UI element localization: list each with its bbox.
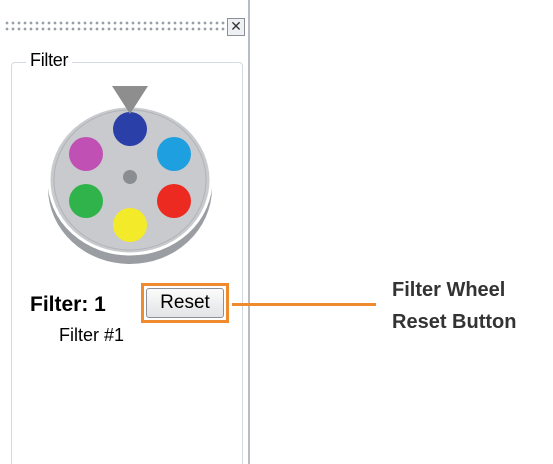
close-icon[interactable]: ✕ — [227, 18, 245, 36]
group-title: Filter — [26, 50, 73, 71]
callout-connector — [232, 303, 376, 306]
filter-tool-panel: ✕ Filter Filter: 1 Reset Filter #1 — [0, 0, 250, 464]
filter-wheel[interactable] — [44, 84, 216, 264]
filter-slot-green — [69, 184, 103, 218]
callout-annotation: Filter Wheel Reset Button — [392, 274, 516, 338]
callout-line-2: Reset Button — [392, 311, 517, 333]
reset-button-highlight: Reset — [141, 283, 229, 323]
reset-button[interactable]: Reset — [146, 288, 224, 318]
filter-slot-red — [157, 184, 191, 218]
callout-line-1: Filter Wheel — [392, 279, 506, 301]
filter-slot-magenta — [69, 137, 103, 171]
panel-titlebar[interactable]: ✕ — [0, 14, 248, 38]
filter-slot-cyan — [157, 137, 191, 171]
wheel-hub — [123, 170, 137, 184]
current-filter-name: Filter #1 — [59, 325, 125, 345]
current-filter-label: Filter: 1 — [30, 293, 106, 316]
drag-grip[interactable] — [4, 20, 226, 32]
filter-slot-yellow — [113, 208, 147, 242]
filter-slot-blue — [113, 112, 147, 146]
screenshot-stage: ✕ Filter Filter: 1 Reset Filter #1 Filte… — [0, 0, 553, 464]
